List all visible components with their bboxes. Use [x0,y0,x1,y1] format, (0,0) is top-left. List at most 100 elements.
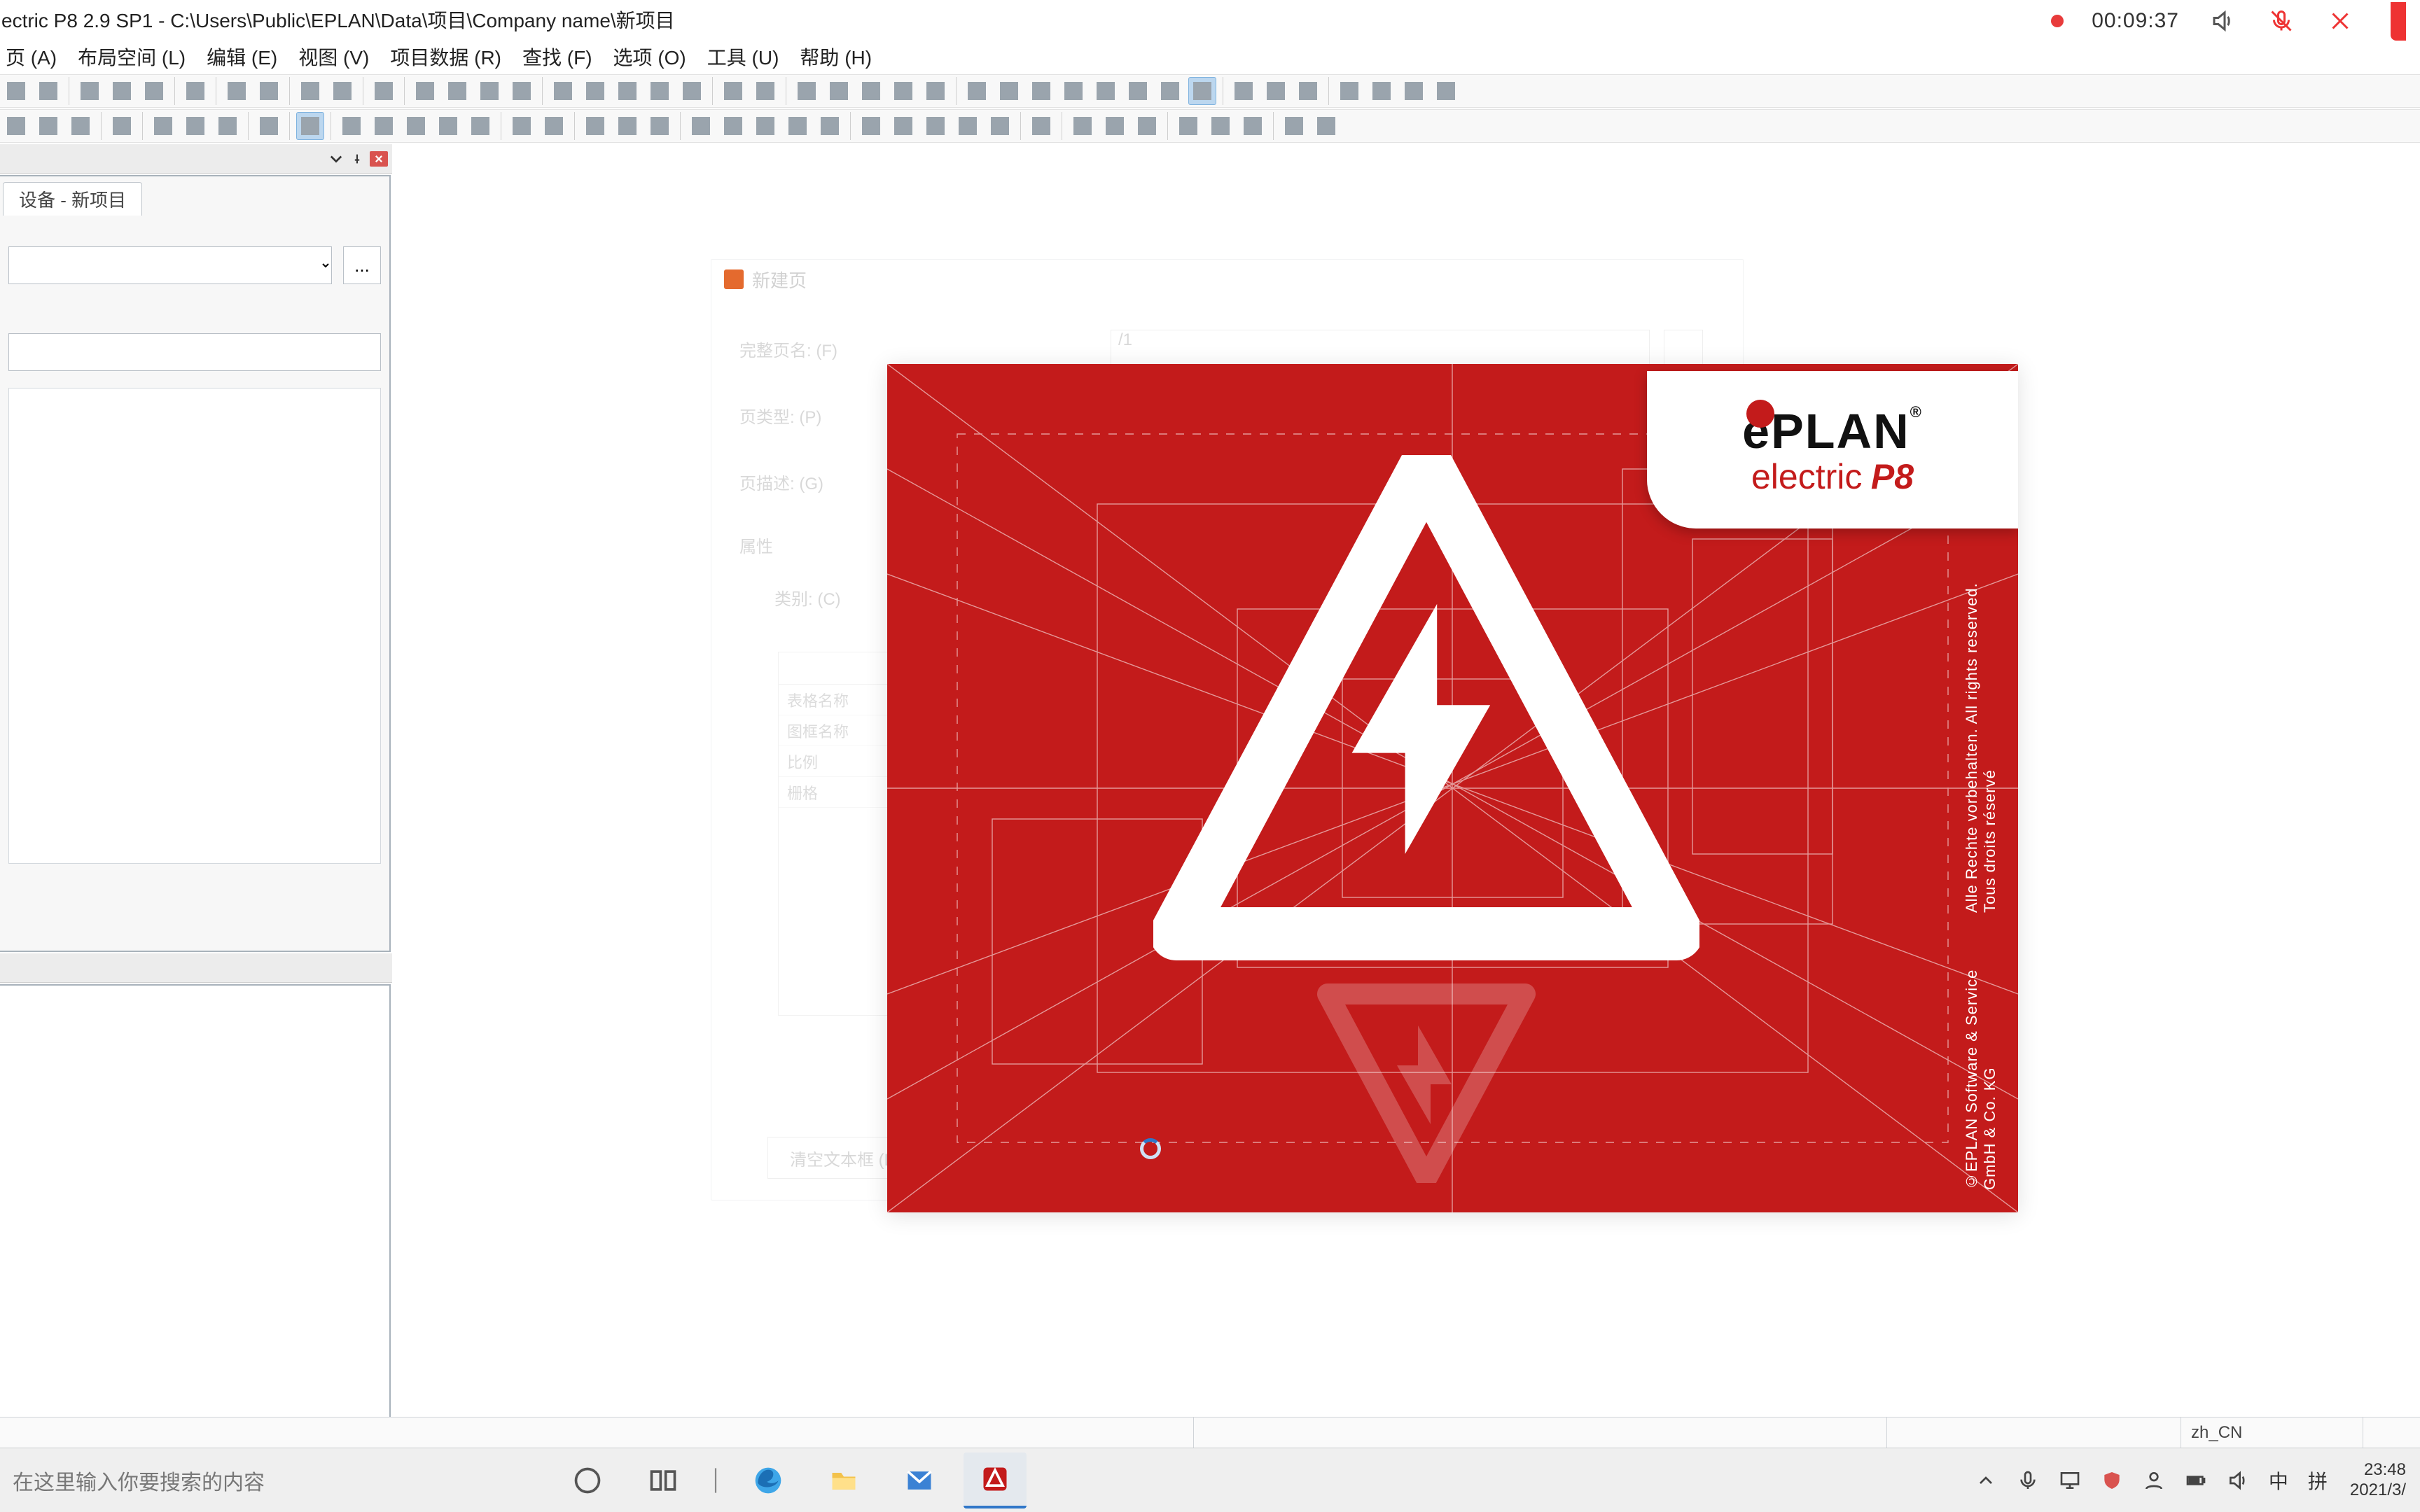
part2-icon[interactable] [1206,112,1235,140]
hatch4-icon[interactable] [954,112,982,140]
renumber2-icon[interactable] [34,112,62,140]
page-next-icon[interactable] [475,77,503,105]
paste-icon[interactable] [140,77,168,105]
box2-icon[interactable] [1124,77,1152,105]
hash2-icon[interactable] [995,77,1023,105]
eplan-app-icon[interactable] [964,1452,1027,1508]
menu-edit[interactable]: 编辑 (E) [204,40,280,74]
circuit1-icon[interactable] [581,112,609,140]
nav-back-icon[interactable] [719,77,747,105]
browse-full-page-name[interactable] [1664,330,1703,369]
doc-print-icon[interactable] [466,112,494,140]
device-panel-tab[interactable]: 设备 - 新项目 [3,182,142,216]
sort-icon[interactable] [181,77,209,105]
conn3-icon[interactable] [214,112,242,140]
doc-export-icon[interactable] [434,112,462,140]
renumber1-icon[interactable] [2,112,30,140]
tray-security-icon[interactable] [2096,1465,2127,1496]
circuit2-icon[interactable] [613,112,641,140]
arrow-icon[interactable] [1059,77,1087,105]
break-icon[interactable] [1335,77,1363,105]
conn2-icon[interactable] [181,112,209,140]
menu-layout[interactable]: 布局空间 (L) [75,40,188,74]
place-icon[interactable] [1280,112,1308,140]
hash3-icon[interactable] [1027,77,1055,105]
part1-icon[interactable] [1174,112,1202,140]
rect-icon[interactable] [986,112,1014,140]
redo-icon[interactable] [328,77,356,105]
page-prev-icon[interactable] [443,77,471,105]
eraser-icon[interactable] [255,77,283,105]
nav-forward-icon[interactable] [751,77,779,105]
grid-dots-icon[interactable] [793,77,821,105]
term2-icon[interactable] [1101,112,1129,140]
tray-monitor-icon[interactable] [2054,1465,2085,1496]
wrench-icon[interactable] [34,77,62,105]
grid-off-icon[interactable] [922,77,950,105]
highlight-icon[interactable] [1156,77,1184,105]
device-filter-combo[interactable] [8,246,332,284]
wire-icon[interactable] [108,112,136,140]
window-close-edge[interactable] [2391,2,2406,41]
term1-icon[interactable] [1069,112,1097,140]
refresh-icon[interactable] [549,77,577,105]
edge-browser-icon[interactable] [737,1452,800,1508]
grid-snap-icon[interactable] [857,77,885,105]
symbol2-icon[interactable] [540,112,568,140]
menu-options[interactable]: 选项 (O) [611,40,689,74]
circuit3-icon[interactable] [646,112,674,140]
panel-close-icon[interactable] [370,151,388,167]
term3-icon[interactable] [1133,112,1161,140]
menu-project-data[interactable]: 项目数据 (R) [387,40,504,74]
dim2-icon[interactable] [1262,77,1290,105]
grid-lines-icon[interactable] [825,77,853,105]
zoom-out-icon[interactable] [646,77,674,105]
save-icon[interactable] [370,77,398,105]
tray-people-icon[interactable] [2139,1465,2169,1496]
recorder-close-button[interactable] [2325,6,2356,36]
new-page-icon[interactable] [411,77,439,105]
doc-save-icon[interactable] [402,112,430,140]
menu-view[interactable]: 视图 (V) [295,40,372,74]
tray-microphone-icon[interactable] [2012,1465,2043,1496]
device-filter-browse-button[interactable]: ... [343,246,381,284]
mail-icon[interactable] [888,1452,951,1508]
panel-dropdown-icon[interactable] [328,150,345,167]
edit-icon[interactable] [2,77,30,105]
ime-indicator-1[interactable]: 中 [2265,1466,2293,1494]
copy-icon[interactable] [108,77,136,105]
dim3-icon[interactable] [1294,77,1322,105]
device1-icon[interactable] [687,112,715,140]
marker-icon[interactable] [1027,112,1055,140]
part3-icon[interactable] [1239,112,1267,140]
device-tree[interactable] [8,388,381,864]
speaker-icon[interactable] [2207,6,2238,36]
symbol1-icon[interactable] [508,112,536,140]
cortana-icon[interactable] [556,1452,619,1508]
cut-icon[interactable] [76,77,104,105]
text-icon[interactable] [1432,77,1460,105]
zoom-region-icon[interactable] [678,77,706,105]
window-icon[interactable] [1188,77,1216,105]
device-search-input[interactable] [8,333,381,371]
tray-volume-icon[interactable] [2223,1465,2253,1496]
renumber3-icon[interactable] [67,112,95,140]
doc-new-icon[interactable] [338,112,366,140]
brush-icon[interactable] [223,77,251,105]
menu-tools[interactable]: 工具 (U) [704,40,782,74]
grid-toggle-icon[interactable] [889,77,917,105]
hatch3-icon[interactable] [922,112,950,140]
conn1-icon[interactable] [149,112,177,140]
cursor-icon[interactable] [296,112,324,140]
device2-icon[interactable] [719,112,747,140]
box-icon[interactable] [1092,77,1120,105]
device5-icon[interactable] [816,112,844,140]
doc-open-icon[interactable] [370,112,398,140]
tray-chevron-icon[interactable] [1970,1465,2001,1496]
menu-help[interactable]: 帮助 (H) [797,40,875,74]
dim1-icon[interactable] [1230,77,1258,105]
hatch1-icon[interactable] [857,112,885,140]
taskbar-search[interactable]: 在这里输入你要搜索的内容 [0,1448,539,1512]
zoom-fit-icon[interactable] [581,77,609,105]
microphone-muted-icon[interactable] [2266,6,2297,36]
